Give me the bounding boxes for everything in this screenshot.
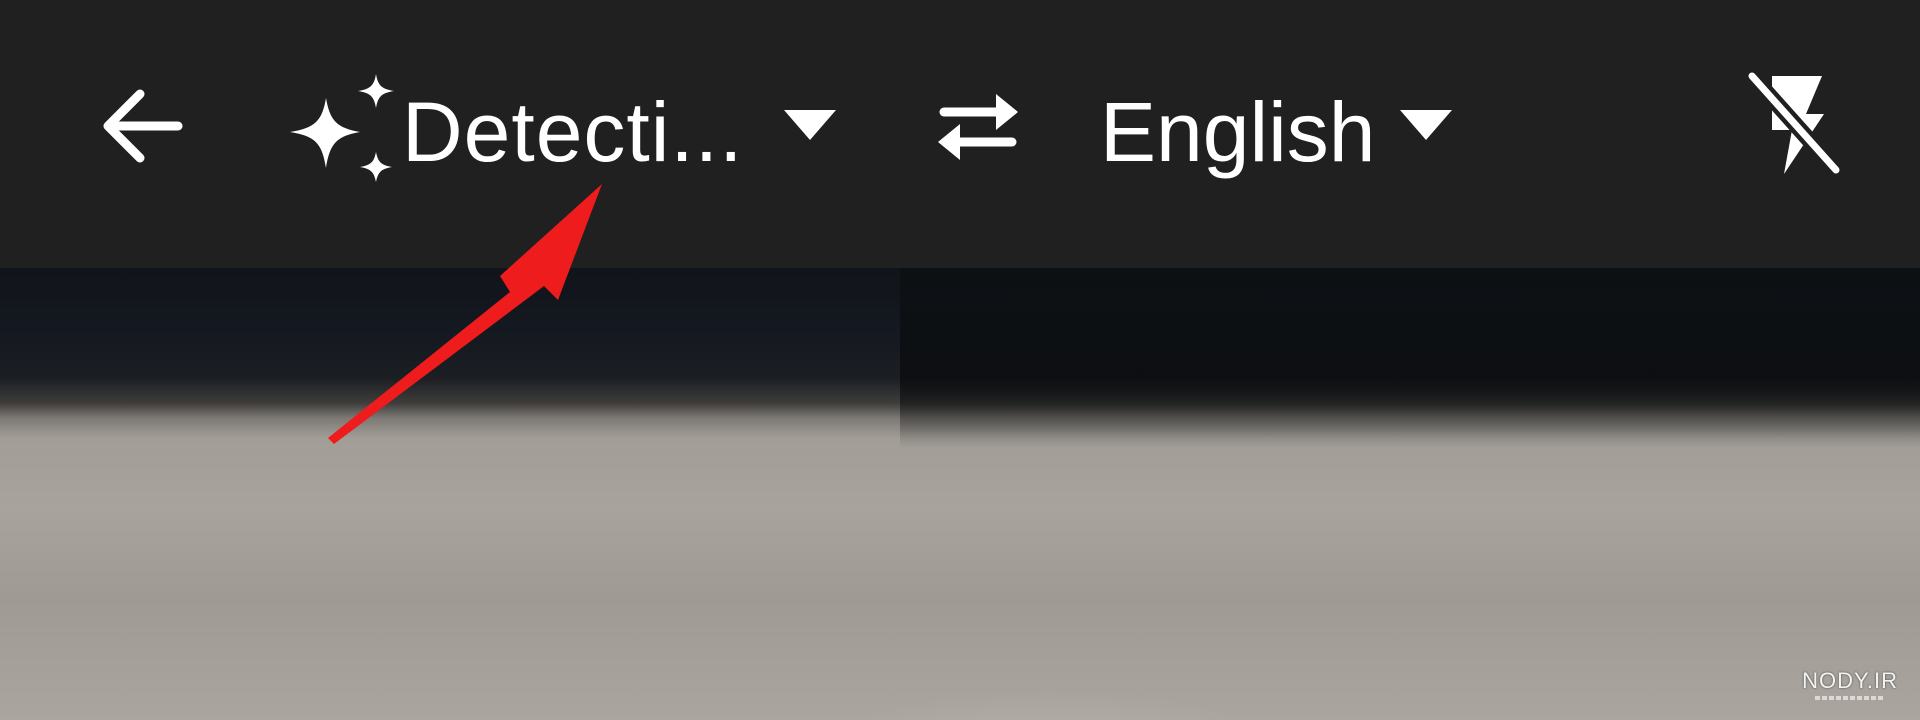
target-language-label: English <box>1100 85 1376 179</box>
watermark-tagline <box>1815 696 1886 700</box>
red-arrow-pointer-icon <box>328 184 602 444</box>
source-language-dropdown[interactable]: Detecti... <box>286 66 846 186</box>
dropdown-caret-icon <box>784 110 836 140</box>
back-arrow-icon <box>103 89 183 163</box>
translate-camera-screen: Detecti... English NODY.IR <box>0 0 1920 720</box>
top-toolbar: Detecti... English <box>0 0 1920 268</box>
back-button[interactable] <box>96 84 186 168</box>
camera-viewfinder <box>0 268 1920 720</box>
flash-off-icon <box>1744 68 1844 178</box>
sparkle-icon <box>290 74 394 182</box>
swap-languages-button[interactable] <box>930 84 1026 168</box>
watermark: NODY.IR <box>1802 669 1898 700</box>
watermark-text: NODY.IR <box>1802 668 1898 693</box>
dropdown-caret-icon <box>1400 110 1452 140</box>
target-language-dropdown[interactable]: English <box>1100 76 1460 186</box>
source-language-label: Detecti... <box>402 85 744 179</box>
flash-toggle-button[interactable] <box>1744 68 1844 180</box>
swap-arrows-icon <box>938 94 1018 160</box>
